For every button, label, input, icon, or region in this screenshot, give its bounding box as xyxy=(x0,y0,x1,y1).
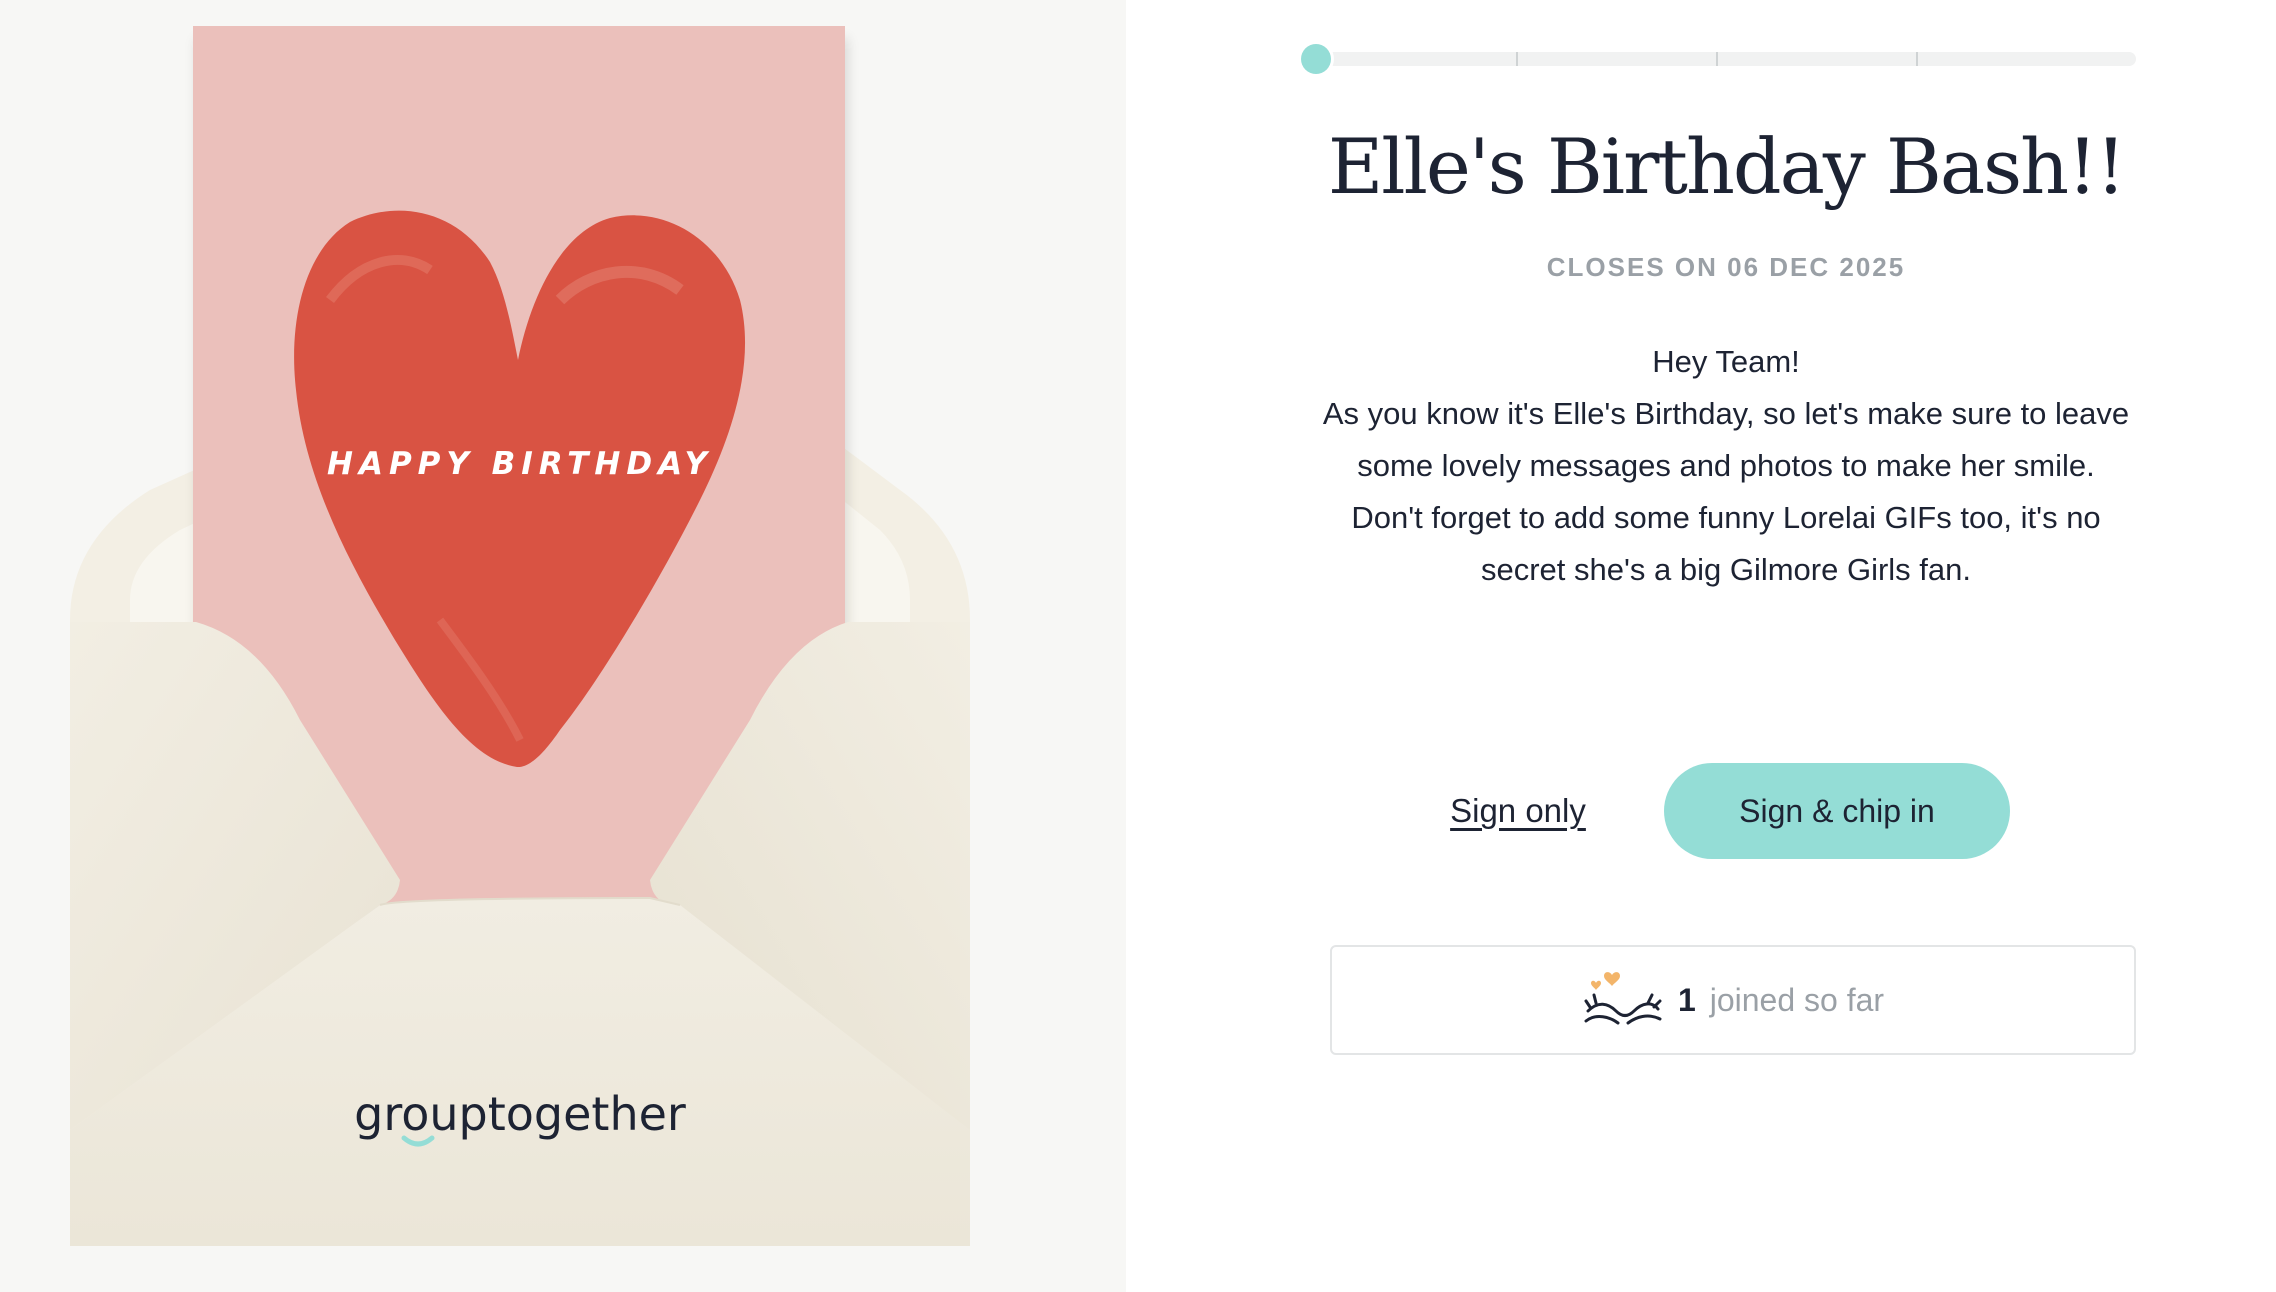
event-message: Hey Team! As you know it's Elle's Birthd… xyxy=(1316,336,2136,596)
brand-logo: grouptogether xyxy=(354,1087,686,1141)
hug-hands-icon xyxy=(1584,972,1662,1025)
joined-count: 1 xyxy=(1677,981,1696,1018)
progress-step-divider xyxy=(1916,52,1918,66)
message-line: Don't forget to add some funny Lorelai G… xyxy=(1351,500,2101,587)
card-envelope-illustration: HAPPY BIRTHDAY grouptogether xyxy=(70,26,970,1246)
event-title: Elle's Birthday Bash!! xyxy=(1327,122,2126,211)
progress-indicator xyxy=(1301,44,1331,74)
joined-counter: 1 joined so far xyxy=(1330,945,2136,1055)
message-line: As you know it's Elle's Birthday, so let… xyxy=(1322,396,2130,483)
card-greeting: HAPPY BIRTHDAY xyxy=(327,446,713,482)
closing-date: CLOSES ON 06 DEC 2025 xyxy=(1546,252,1906,282)
message-line: Hey Team! xyxy=(1652,344,1800,379)
progress-step-divider xyxy=(1516,52,1518,66)
joined-label: joined so far xyxy=(1709,981,1885,1018)
sign-and-chip-in-button[interactable]: Sign & chip in xyxy=(1664,763,2010,859)
sign-only-link[interactable]: Sign only xyxy=(1418,792,1618,830)
progress-bar xyxy=(1301,44,2136,74)
progress-step-divider xyxy=(1716,52,1718,66)
